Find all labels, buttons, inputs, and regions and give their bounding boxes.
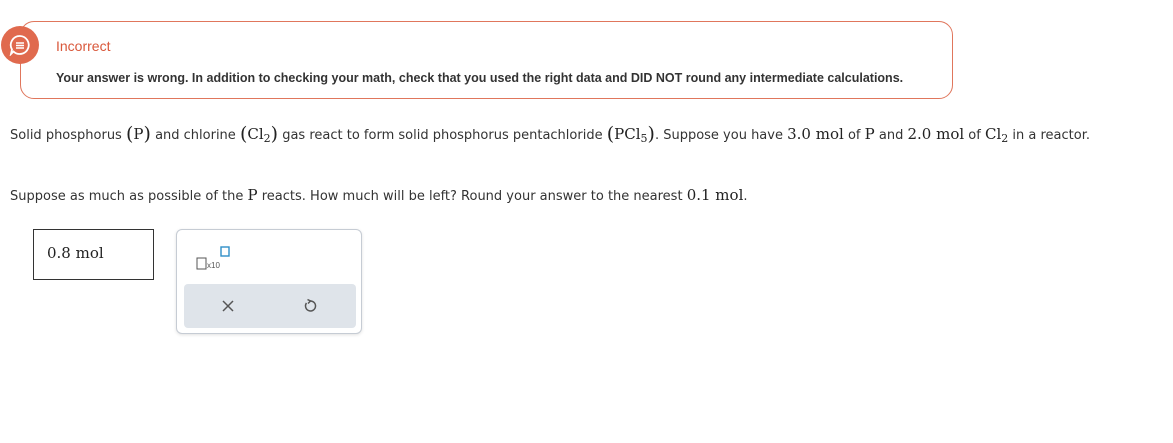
answer-input[interactable]: 0.8 mol <box>33 229 154 280</box>
feedback-box <box>20 21 953 99</box>
feedback-title: Incorrect <box>56 38 111 54</box>
answer-value: 0.8 mol <box>47 244 104 262</box>
clear-button[interactable] <box>217 295 239 317</box>
question-paragraph-2: Suppose as much as possible of the P rea… <box>10 186 748 204</box>
undo-icon <box>304 298 317 312</box>
close-icon <box>222 300 234 312</box>
x10-icon: x10 <box>196 246 230 270</box>
x10-label: x10 <box>207 261 220 270</box>
undo-button[interactable] <box>299 295 321 317</box>
tool-bar <box>184 284 356 328</box>
question-paragraph-1: Solid phosphorus (P) and chlorine (Cl2) … <box>10 123 1090 145</box>
feedback-icon <box>1 26 39 64</box>
tool-panel: x10 <box>176 229 362 334</box>
feedback-message: Your answer is wrong. In addition to che… <box>56 71 904 85</box>
x10-button[interactable]: x10 <box>196 246 232 270</box>
